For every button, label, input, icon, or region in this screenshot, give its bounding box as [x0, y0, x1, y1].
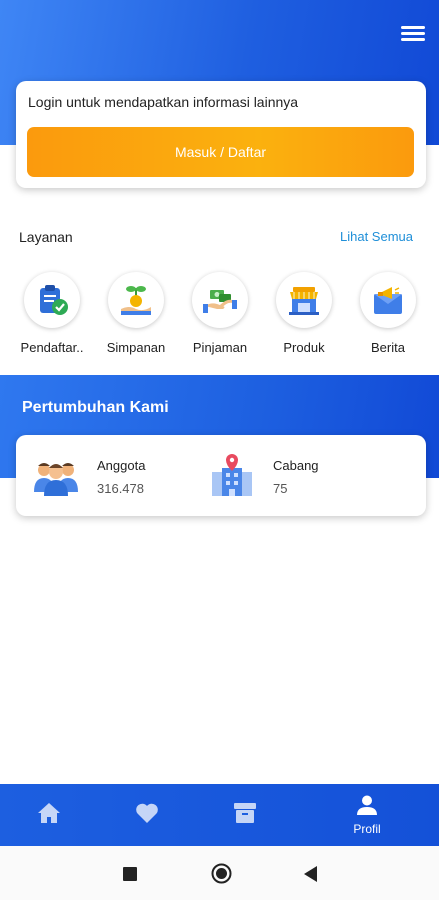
clipboard-check-icon: [24, 272, 80, 328]
nav-favorites[interactable]: [117, 784, 177, 846]
service-berita[interactable]: Berita: [353, 272, 423, 355]
service-label: Pinjaman: [192, 340, 248, 355]
system-nav-bar: [0, 846, 439, 900]
stat-label-cabang: Cabang: [273, 458, 319, 473]
service-pendaftaran[interactable]: Pendaftar..: [17, 272, 87, 355]
growth-title: Pertumbuhan Kami: [22, 399, 169, 416]
login-register-button[interactable]: Masuk / Daftar: [27, 127, 414, 177]
user-icon: [356, 795, 378, 820]
home-button[interactable]: [211, 863, 232, 889]
see-all-link[interactable]: Lihat Semua: [340, 229, 413, 244]
service-label: Pendaftar..: [20, 340, 84, 355]
service-produk[interactable]: Produk: [269, 272, 339, 355]
bottom-nav: Profil: [0, 784, 439, 846]
hamburger-menu-icon[interactable]: [401, 26, 425, 44]
heart-icon: [135, 802, 159, 829]
service-label: Simpanan: [106, 340, 166, 355]
nav-profile[interactable]: Profil: [337, 784, 397, 846]
nav-profile-label: Profil: [353, 821, 381, 836]
money-handshake-icon: [192, 272, 248, 328]
service-simpanan[interactable]: Simpanan: [101, 272, 171, 355]
stat-value-cabang: 75: [273, 481, 288, 496]
recent-apps-button[interactable]: [123, 867, 137, 886]
people-group-icon: [32, 452, 80, 500]
service-pinjaman[interactable]: Pinjaman: [185, 272, 255, 355]
back-button[interactable]: [304, 866, 318, 887]
coin-plant-icon: [108, 272, 164, 328]
stat-label-anggota: Anggota: [97, 458, 146, 473]
growth-card: Anggota 316.478 Cabang 75: [16, 435, 426, 516]
nav-archive[interactable]: [215, 784, 275, 846]
megaphone-mail-icon: [360, 272, 416, 328]
login-prompt-text: Login untuk mendapatkan informasi lainny…: [28, 94, 299, 110]
building-pin-icon: [208, 452, 256, 500]
archive-box-icon: [233, 802, 257, 829]
login-card: Login untuk mendapatkan informasi lainny…: [16, 81, 426, 188]
services-title: Layanan: [19, 229, 73, 245]
store-icon: [276, 272, 332, 328]
home-icon: [37, 802, 61, 829]
service-label: Berita: [371, 340, 405, 355]
service-label: Produk: [283, 340, 325, 355]
stat-value-anggota: 316.478: [97, 481, 144, 496]
nav-home[interactable]: [19, 784, 79, 846]
